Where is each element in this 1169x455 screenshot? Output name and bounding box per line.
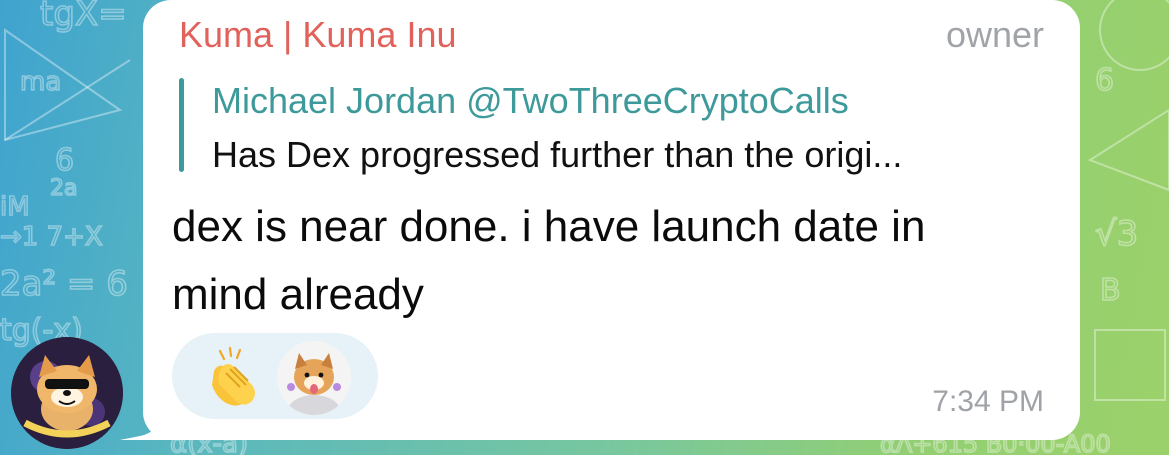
svg-text:2a: 2a (50, 176, 77, 201)
reply-accent-bar (179, 78, 184, 172)
svg-text:tgX=: tgX= (40, 0, 127, 34)
reply-preview[interactable]: Michael Jordan @TwoThreeCryptoCalls Has … (179, 78, 1049, 175)
svg-text:B: B (1100, 273, 1121, 308)
reply-author: Michael Jordan @TwoThreeCryptoCalls (212, 80, 849, 121)
sender-avatar[interactable] (11, 337, 123, 449)
svg-text:2a² = 6: 2a² = 6 (0, 264, 128, 304)
svg-text:6: 6 (1095, 63, 1114, 98)
svg-text:iM: iM (0, 192, 30, 222)
kuma-inu-avatar-icon (11, 337, 123, 449)
clapping-hands-icon (212, 346, 255, 406)
sender-name[interactable]: Kuma | Kuma Inu (179, 14, 457, 56)
svg-text:→1 7+X: →1 7+X (0, 222, 103, 252)
sender-role-badge: owner (945, 14, 1044, 55)
message-timestamp: 7:34 PM (932, 385, 1044, 418)
svg-text:6: 6 (55, 143, 74, 178)
reply-text: Has Dex progressed further than the orig… (212, 134, 903, 175)
reactor-avatar[interactable] (277, 341, 351, 415)
message-text: dex is near done. i have launch date in … (172, 202, 926, 319)
message-bubble[interactable]: Kuma | Kuma Inu owner Michael Jordan @Tw… (143, 0, 1080, 440)
reactor-avatar-icon (277, 341, 351, 415)
svg-text:ma: ma (20, 67, 61, 97)
svg-text:√3: √3 (1095, 214, 1138, 254)
reaction-chip[interactable] (172, 333, 378, 419)
